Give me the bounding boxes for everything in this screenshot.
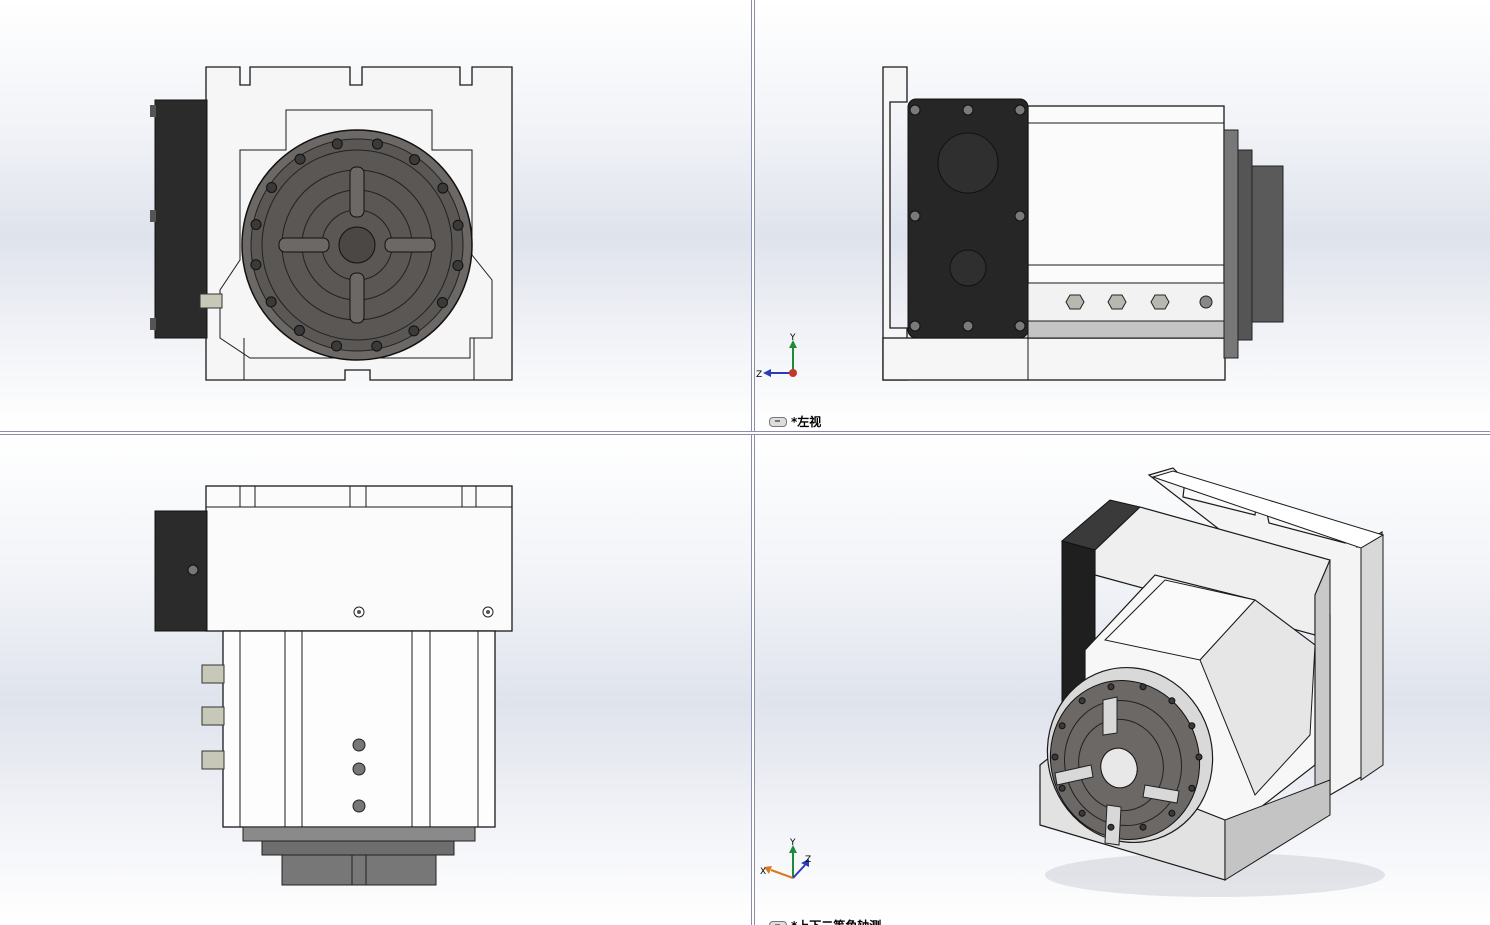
- bolt: [1014, 210, 1026, 222]
- link-icon: [769, 920, 787, 925]
- top-motor-body: [222, 630, 496, 828]
- bolt: [409, 154, 421, 166]
- bolt: [1168, 809, 1176, 817]
- svg-text:Y: Y: [789, 333, 796, 343]
- bolt: [1195, 753, 1203, 761]
- bolt: [452, 259, 464, 271]
- svg-text:Z: Z: [805, 855, 811, 865]
- bolt: [452, 219, 464, 231]
- bolt: [1188, 722, 1196, 730]
- bolt: [909, 320, 921, 332]
- bolt: [293, 324, 305, 336]
- bolt: [1058, 722, 1066, 730]
- viewport-left[interactable]: Y Z *左视: [755, 0, 1490, 431]
- bolt: [371, 138, 383, 150]
- top-view-drawing: [154, 485, 513, 886]
- front-dark-block: [154, 99, 208, 339]
- bolt: [331, 340, 343, 352]
- front-view-drawing: [150, 66, 513, 381]
- viewport-top[interactable]: [0, 435, 751, 925]
- left-view-label: *左视: [769, 413, 821, 430]
- viewport-isometric[interactable]: Y X Z *上下二等角轴测: [755, 435, 1490, 925]
- bolt: [265, 296, 277, 308]
- bolt: [1139, 683, 1147, 691]
- svg-text:Z: Z: [756, 370, 762, 380]
- bolt: [1078, 697, 1086, 705]
- viewport-front[interactable]: [0, 0, 751, 431]
- bolt: [1107, 683, 1115, 691]
- bolt: [294, 153, 306, 165]
- bolt: [1058, 784, 1066, 792]
- bolt: [408, 325, 420, 337]
- bolt: [436, 297, 448, 309]
- iso-view-drawing: Y X Z: [760, 467, 1385, 897]
- bolt: [962, 104, 974, 116]
- bolt: [266, 181, 278, 193]
- bolt: [909, 210, 921, 222]
- bolt: [371, 340, 383, 352]
- iso-view-label: *上下二等角轴测: [769, 917, 881, 925]
- svg-text:X: X: [760, 867, 766, 877]
- bolt: [1014, 320, 1026, 332]
- bolt: [1107, 823, 1115, 831]
- bolt: [1051, 753, 1059, 761]
- bolt: [250, 259, 262, 271]
- link-icon: [769, 416, 787, 427]
- bolt: [1014, 104, 1026, 116]
- svg-text:Y: Y: [789, 838, 796, 848]
- bolt: [331, 138, 343, 150]
- left-view-drawing: Y Z: [756, 66, 1284, 381]
- bolt: [1188, 784, 1196, 792]
- bolt: [1078, 809, 1086, 817]
- viewport-divider-horizontal[interactable]: [0, 431, 1490, 435]
- left-base-plate: [882, 66, 908, 381]
- triad-iso: Y X Z: [760, 838, 811, 879]
- bolt: [250, 219, 262, 231]
- bolt: [1139, 823, 1147, 831]
- bolt: [962, 320, 974, 332]
- bolt: [1168, 697, 1176, 705]
- bolt: [909, 104, 921, 116]
- bolt: [437, 182, 449, 194]
- top-dark-block: [154, 510, 208, 632]
- viewport-divider-vertical[interactable]: [751, 0, 755, 925]
- triad-left: Y Z: [756, 333, 797, 380]
